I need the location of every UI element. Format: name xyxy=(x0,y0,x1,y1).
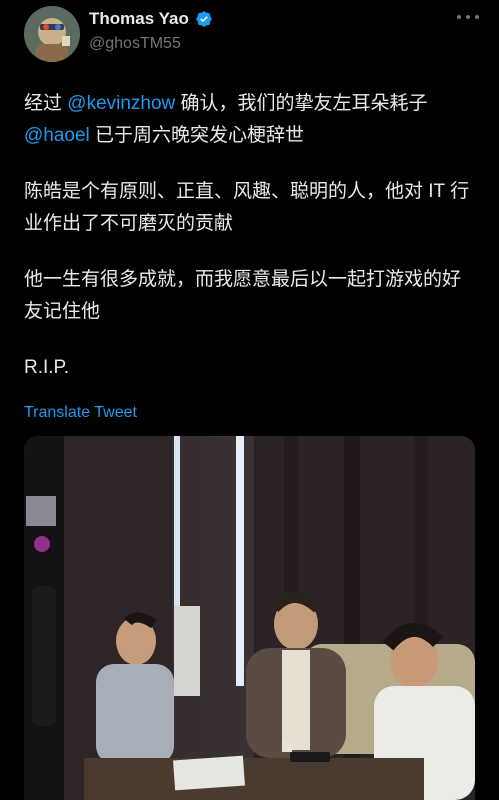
tweet-paragraph-3: 他一生有很多成就，而我愿意最后以一起打游戏的好友记住他 xyxy=(24,269,462,322)
mention-link[interactable]: @haoel xyxy=(24,125,90,146)
verified-badge-icon xyxy=(196,11,212,27)
avatar[interactable] xyxy=(24,6,80,62)
tweet-text: 经过 @kevinzhow 确认，我们的挚友左耳朵耗子 @haoel 已于周六晚突… xyxy=(24,88,474,408)
tweet-photo[interactable] xyxy=(24,436,475,800)
tweet-paragraph-2: 陈皓是个有原则、正直、风趣、聪明的人，他对 IT 行业作出了不可磨灭的贡献 xyxy=(24,181,470,234)
photo-image xyxy=(24,436,475,800)
display-name[interactable]: Thomas Yao xyxy=(89,9,189,29)
avatar-image xyxy=(24,6,80,62)
tweet-header: Thomas Yao @ghosTM55 xyxy=(0,0,499,80)
tweet-paragraph-4: R.I.P. xyxy=(24,357,70,378)
mention-link[interactable]: @kevinzhow xyxy=(67,93,175,114)
tweet-paragraph-1: 经过 @kevinzhow 确认，我们的挚友左耳朵耗子 @haoel 已于周六晚突… xyxy=(24,93,428,146)
translate-tweet-link[interactable]: Translate Tweet xyxy=(24,404,137,422)
user-handle[interactable]: @ghosTM55 xyxy=(89,35,181,53)
more-options-icon[interactable] xyxy=(457,12,479,22)
